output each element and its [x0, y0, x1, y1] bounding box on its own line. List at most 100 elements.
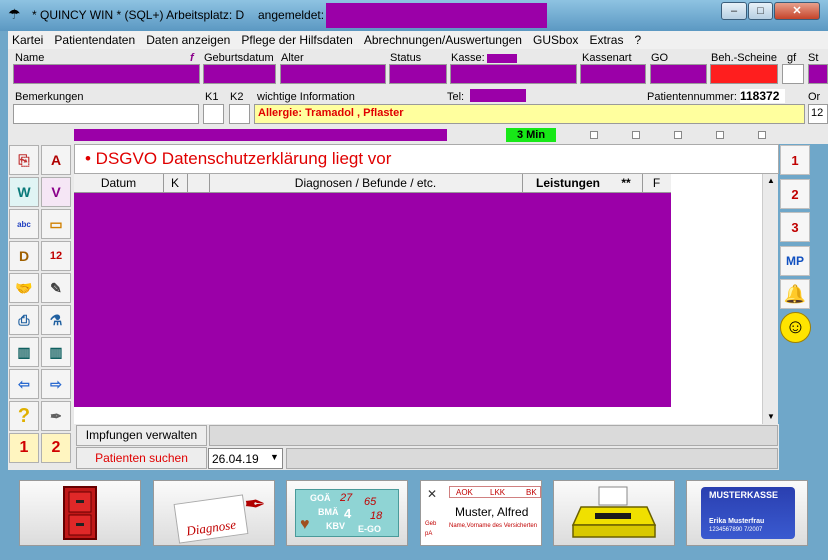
- book-2-button[interactable]: 2: [780, 179, 810, 209]
- book-1-button[interactable]: 1: [780, 145, 810, 175]
- label-name: Name: [15, 52, 45, 64]
- table-body[interactable]: [74, 193, 671, 407]
- number-one-icon[interactable]: 1: [9, 433, 39, 463]
- col-f[interactable]: F: [642, 174, 672, 192]
- kasse-title: MUSTERKASSE: [709, 490, 779, 500]
- goae-button[interactable]: GOÄ BMÄ KBV E-GO 27 65 4 18 ♥: [286, 480, 408, 546]
- goae-num-18: 18: [370, 510, 383, 522]
- menu-kartei[interactable]: Kartei: [8, 31, 47, 47]
- diagnose-button[interactable]: Diagnose ✒: [153, 480, 275, 546]
- chevron-down-icon[interactable]: ▼: [270, 452, 279, 462]
- print-button[interactable]: [553, 480, 675, 546]
- archive-icon[interactable]: ▥: [41, 337, 71, 367]
- patient-w-icon[interactable]: W: [9, 177, 39, 207]
- wichtige-information-field[interactable]: Allergie: Tramadol , Pflaster: [254, 104, 805, 124]
- menu-daten-anzeigen[interactable]: Daten anzeigen: [142, 31, 234, 47]
- letter-icon[interactable]: A: [41, 145, 71, 175]
- goae-num-27: 27: [340, 492, 353, 504]
- go-field[interactable]: [650, 64, 707, 84]
- table-header: Datum K Diagnosen / Befunde / etc. Leist…: [74, 174, 672, 193]
- close-button[interactable]: ✕: [774, 2, 820, 20]
- scroll-down-icon[interactable]: ▼: [763, 410, 779, 424]
- label-alter: Alter: [281, 52, 304, 64]
- kasse-field[interactable]: [450, 64, 577, 84]
- flag-checkbox-5[interactable]: [758, 131, 766, 139]
- kasse-card: MUSTERKASSE Erika Musterfrau 1234567890 …: [701, 487, 795, 539]
- col-stars[interactable]: **: [610, 174, 643, 192]
- scroll-up-icon[interactable]: ▲: [763, 174, 779, 188]
- maximize-button[interactable]: □: [748, 2, 773, 20]
- menu-help[interactable]: ?: [631, 31, 646, 47]
- number-two-icon[interactable]: 2: [41, 433, 71, 463]
- book-3-button[interactable]: 3: [780, 212, 810, 242]
- or-field[interactable]: 12: [808, 104, 828, 124]
- patient-v-icon[interactable]: V: [41, 177, 71, 207]
- beh-scheine-field[interactable]: [710, 64, 778, 84]
- flag-checkbox-2[interactable]: [632, 131, 640, 139]
- col-diagnosen[interactable]: Diagnosen / Befunde / etc.: [209, 174, 523, 192]
- k2-field[interactable]: [229, 104, 250, 124]
- bemerkungen-field[interactable]: [13, 104, 199, 124]
- menu-abrechnungen[interactable]: Abrechnungen/Auswertungen: [360, 31, 526, 47]
- text-icon[interactable]: abc: [9, 209, 39, 239]
- file-cabinet-icon: [63, 486, 97, 540]
- st-field[interactable]: [808, 64, 828, 84]
- bell-icon[interactable]: 🔔: [780, 279, 810, 309]
- label-kasse: Kasse:: [451, 52, 485, 64]
- col-datum[interactable]: Datum: [74, 174, 164, 192]
- lab-icon[interactable]: ⚗: [41, 305, 71, 335]
- heart-icon: ♥: [300, 516, 310, 533]
- search-info-bar: [286, 448, 778, 469]
- arrow-right-icon[interactable]: ⇨: [41, 369, 71, 399]
- flag-checkbox-3[interactable]: [674, 131, 682, 139]
- patienten-suchen-button[interactable]: Patienten suchen: [76, 447, 207, 469]
- impfungen-verwalten-button[interactable]: Impfungen verwalten: [76, 425, 207, 446]
- forms-icon[interactable]: ▭: [41, 209, 71, 239]
- kassenart-field[interactable]: [580, 64, 646, 84]
- kasse-holder: Erika Musterfrau: [709, 518, 765, 525]
- krankenversicherung-button[interactable]: AOK LKK BK ✕ Muster, Alfred Name,Vorname…: [420, 480, 542, 546]
- delete-icon[interactable]: D: [9, 241, 39, 271]
- binders-icon[interactable]: ▥: [9, 337, 39, 367]
- menu-extras[interactable]: Extras: [585, 31, 627, 47]
- label-tel: Tel:: [447, 91, 465, 103]
- k1-field[interactable]: [203, 104, 224, 124]
- printer-icon: [571, 486, 657, 538]
- col-blank[interactable]: [187, 174, 210, 192]
- date-select[interactable]: 26.04.19 ▼: [208, 448, 283, 469]
- col-k[interactable]: K: [163, 174, 188, 192]
- printer-doc-icon[interactable]: ⎙: [9, 305, 39, 335]
- name-field[interactable]: [13, 64, 200, 84]
- tel-value: [470, 89, 526, 102]
- feather-icon[interactable]: ✒: [41, 401, 71, 431]
- new-record-icon[interactable]: ⎘: [9, 145, 39, 175]
- geburtsdatum-field[interactable]: [203, 64, 276, 84]
- menu-pflege[interactable]: Pflege der Hilfsdaten: [237, 31, 356, 47]
- kasse-short: [487, 54, 517, 63]
- table-scrollbar[interactable]: ▲ ▼: [762, 174, 778, 424]
- kv-name-caption: Name,Vorname des Versicherten: [449, 523, 538, 529]
- mp-button[interactable]: MP: [780, 246, 810, 276]
- alter-field[interactable]: [280, 64, 386, 84]
- help-icon[interactable]: ?: [9, 401, 39, 431]
- menu-patientendaten[interactable]: Patientendaten: [50, 31, 139, 47]
- calendar-icon[interactable]: 12: [41, 241, 71, 271]
- kv-patient-name: Muster, Alfred: [455, 505, 529, 519]
- menu-gusbox[interactable]: GUSbox: [529, 31, 582, 47]
- goae-num-4: 4: [344, 506, 352, 521]
- handshake-icon[interactable]: 🤝: [9, 273, 39, 303]
- date-value: 26.04.19: [212, 452, 259, 466]
- versichertenkarte-button[interactable]: MUSTERKASSE Erika Musterfrau 1234567890 …: [686, 480, 808, 546]
- notepad-icon[interactable]: ✎: [41, 273, 71, 303]
- status-field[interactable]: [389, 64, 447, 84]
- flag-checkbox-1[interactable]: [590, 131, 598, 139]
- gf-field[interactable]: [782, 64, 804, 84]
- col-leistungen[interactable]: Leistungen: [522, 174, 624, 192]
- smiley-icon[interactable]: ☺: [780, 312, 811, 343]
- cabinet-button[interactable]: [19, 480, 141, 546]
- arrow-left-icon[interactable]: ⇦: [9, 369, 39, 399]
- minimize-button[interactable]: –: [721, 2, 747, 20]
- flag-checkbox-4[interactable]: [716, 131, 724, 139]
- umbrella-icon: ☂: [8, 6, 21, 22]
- diagnose-card-icon: Diagnose: [173, 494, 249, 544]
